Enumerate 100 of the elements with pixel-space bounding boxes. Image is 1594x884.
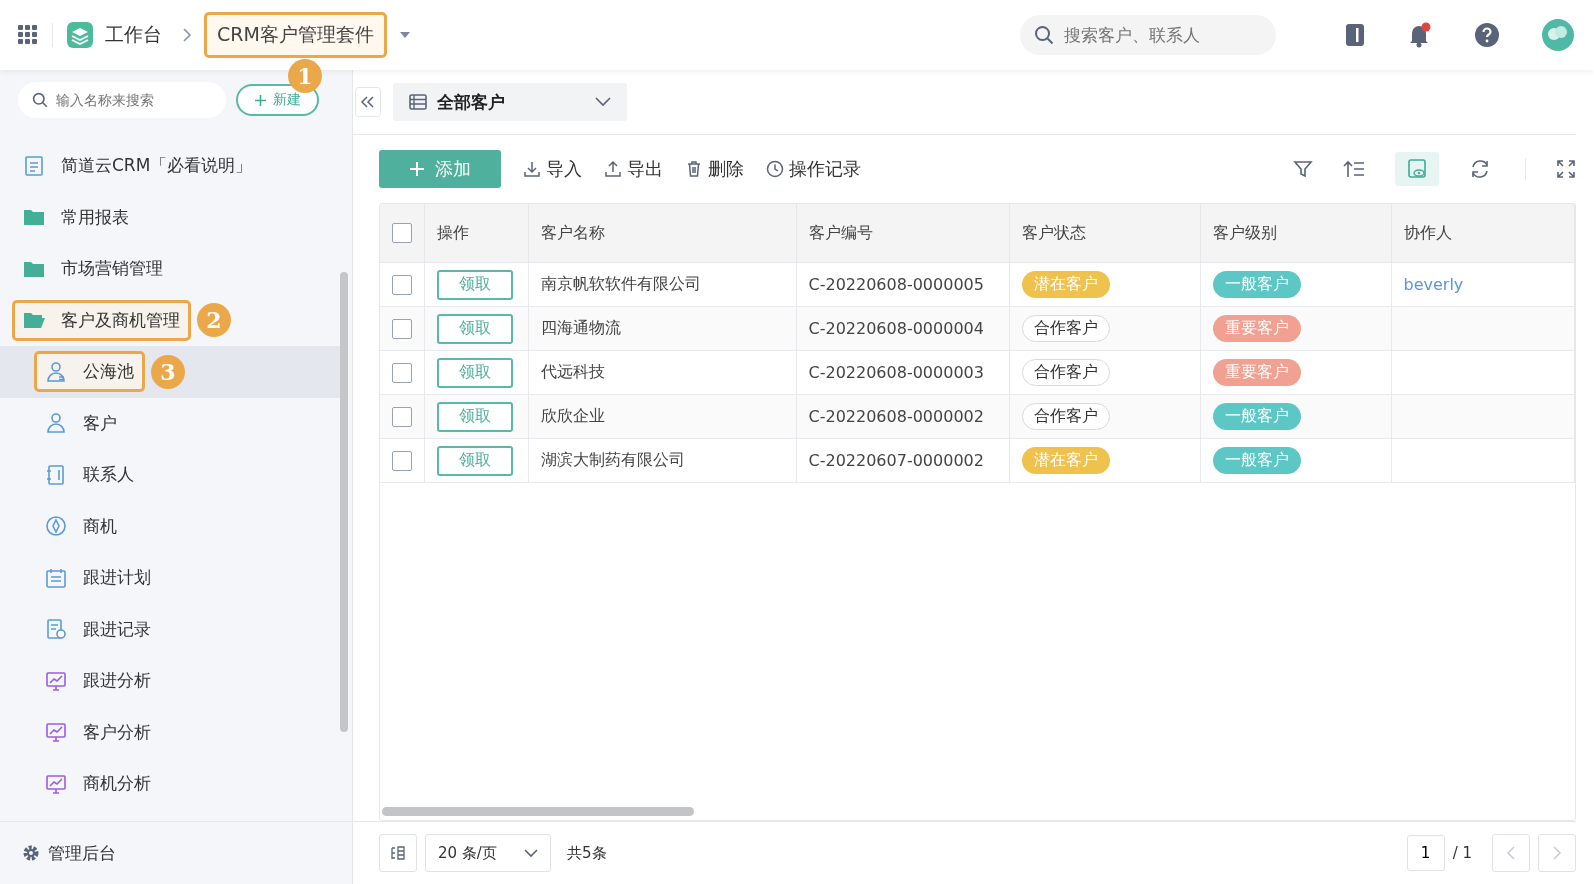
sidebar-item[interactable]: 跟进计划	[34, 557, 162, 599]
history-button[interactable]: 操作记录	[766, 157, 861, 181]
next-page-button[interactable]	[1538, 834, 1576, 872]
table-cell: C-20220607-0000002	[808, 451, 984, 470]
table-cell: C-20220608-0000004	[808, 319, 984, 338]
horizontal-scrollbar[interactable]	[382, 807, 694, 816]
sidebar-item[interactable]: 市场营销管理	[12, 248, 174, 290]
sidebar-item[interactable]: 客户分析	[34, 711, 162, 753]
callout-badge: 1	[288, 59, 322, 93]
table-icon	[409, 94, 427, 110]
chevron-down-icon	[524, 848, 538, 858]
compass-icon	[45, 515, 67, 538]
level-tag: 一般客户	[1212, 271, 1301, 298]
column-header: 客户名称	[540, 222, 605, 242]
export-button[interactable]: 导出	[604, 157, 663, 181]
avatar-icon[interactable]	[1542, 19, 1574, 51]
plus-icon	[254, 93, 267, 107]
download-icon	[523, 160, 541, 178]
row-checkbox[interactable]	[392, 406, 412, 427]
person-icon	[45, 360, 67, 383]
chart-monitor-icon	[45, 721, 67, 744]
table-cell: C-20220608-0000002	[808, 407, 984, 426]
fullscreen-icon[interactable]	[1556, 159, 1576, 179]
level-tag: 重要客户	[1212, 359, 1301, 386]
select-all-checkbox[interactable]	[392, 223, 412, 243]
contact-book-icon	[45, 463, 67, 486]
table-cell: 四海通物流	[540, 318, 621, 337]
table-cell: 欣欣企业	[540, 406, 605, 425]
row-checkbox[interactable]	[392, 274, 412, 295]
dropdown-caret-icon[interactable]	[398, 31, 411, 39]
trash-icon	[685, 160, 703, 178]
table-cell: 湖滨大制药有限公司	[540, 450, 685, 469]
page-size-select[interactable]: 20 条/页	[425, 834, 551, 872]
upload-icon	[604, 160, 622, 178]
view-selector[interactable]: 全部客户	[393, 83, 627, 121]
sidebar-search-field[interactable]: 输入名称来搜索	[18, 82, 226, 118]
page-input[interactable]: 1	[1406, 835, 1445, 871]
table-cell: C-20220608-0000003	[808, 363, 984, 382]
document-icon	[23, 154, 45, 177]
app-breadcrumb[interactable]: CRM客户管理套件	[204, 12, 387, 58]
refresh-icon[interactable]	[1469, 158, 1491, 180]
notebook-icon[interactable]	[1344, 23, 1366, 47]
scrollbar[interactable]	[340, 272, 348, 732]
global-search-field[interactable]: 搜索客户、联系人	[1020, 15, 1276, 55]
sidebar-item[interactable]: 客户	[34, 402, 128, 444]
apps-menu-icon[interactable]	[18, 25, 38, 45]
sort-icon[interactable]	[1343, 159, 1365, 179]
sidebar-item[interactable]: 简道云CRM「必看说明」	[12, 145, 264, 187]
search-icon	[32, 92, 48, 108]
person-icon	[45, 412, 67, 435]
row-checkbox[interactable]	[392, 318, 412, 339]
chart-monitor-icon	[45, 772, 67, 795]
column-header: 客户编号	[808, 222, 873, 242]
level-tag: 一般客户	[1212, 447, 1301, 474]
collapse-sidebar-icon[interactable]	[355, 87, 381, 117]
status-tag: 潜在客户	[1021, 447, 1110, 474]
table-cell: C-20220608-0000005	[808, 275, 984, 294]
sidebar-item[interactable]: 跟进记录	[34, 608, 162, 650]
chevron-right-icon	[182, 27, 192, 43]
column-header: 协作人	[1403, 222, 1452, 242]
sidebar-item[interactable]: 商机	[34, 505, 128, 547]
table-cell: 代远科技	[540, 362, 605, 381]
import-button[interactable]: 导入	[523, 157, 582, 181]
column-settings-button[interactable]	[379, 834, 417, 872]
help-icon[interactable]	[1474, 22, 1500, 48]
gear-icon	[22, 844, 40, 862]
search-icon	[1034, 25, 1054, 45]
status-tag: 潜在客户	[1021, 271, 1110, 298]
row-checkbox[interactable]	[392, 450, 412, 471]
filter-icon[interactable]	[1293, 159, 1313, 179]
chevron-right-icon	[1552, 846, 1562, 860]
notification-bell-icon[interactable]	[1408, 22, 1432, 48]
sidebar-item[interactable]: 跟进分析	[34, 660, 162, 702]
status-tag: 合作客户	[1021, 403, 1110, 430]
plus-icon	[409, 161, 425, 177]
clock-icon	[766, 160, 784, 178]
view-mode-icon[interactable]	[1395, 152, 1439, 186]
sidebar-item[interactable]: 公海池	[34, 351, 145, 393]
chevron-left-icon	[1506, 846, 1516, 860]
stack-logo-icon	[67, 22, 93, 48]
callout-badge: 3	[151, 354, 185, 389]
home-link[interactable]: 工作台	[105, 22, 162, 48]
delete-button[interactable]: 删除	[685, 157, 744, 181]
row-checkbox[interactable]	[392, 362, 412, 383]
table-cell: 南京帆软软件有限公司	[540, 274, 701, 293]
calendar-icon	[45, 566, 67, 589]
level-tag: 重要客户	[1212, 315, 1301, 342]
admin-link[interactable]: 管理后台	[22, 841, 116, 865]
status-tag: 合作客户	[1021, 315, 1110, 342]
previous-page-button[interactable]	[1492, 834, 1530, 872]
column-header: 客户级别	[1212, 222, 1277, 242]
chart-monitor-icon	[45, 669, 67, 692]
level-tag: 一般客户	[1212, 403, 1301, 430]
record-icon	[45, 618, 67, 641]
columns-icon	[390, 845, 406, 861]
sidebar-item[interactable]: 联系人	[34, 454, 145, 496]
page-count: / 1	[1452, 844, 1472, 862]
sidebar-item[interactable]: 商机分析	[34, 763, 162, 805]
sidebar-item[interactable]: 常用报表	[12, 196, 140, 238]
sidebar-item[interactable]: 客户及商机管理	[12, 299, 191, 341]
